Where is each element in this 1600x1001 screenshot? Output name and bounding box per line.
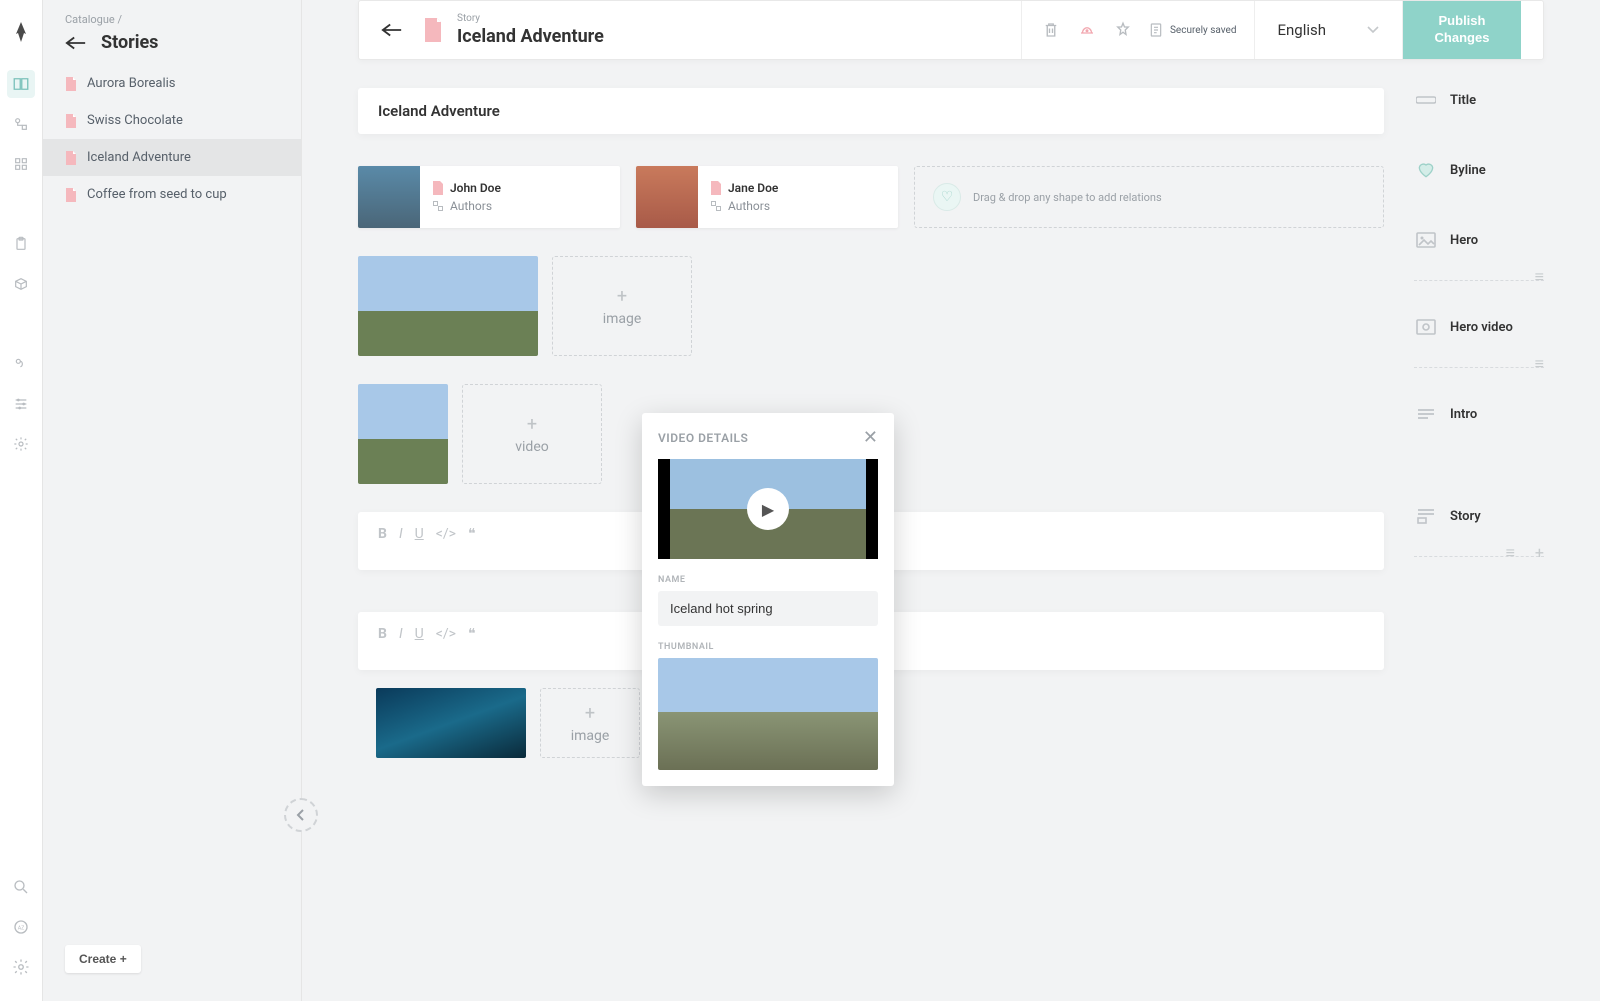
document-icon xyxy=(65,151,77,165)
nav-sliders-icon[interactable] xyxy=(7,390,35,418)
video-icon xyxy=(1414,315,1438,339)
add-image-zone[interactable]: + image xyxy=(540,688,640,758)
italic-icon[interactable]: I xyxy=(399,626,403,642)
popover-title: VIDEO DETAILS xyxy=(658,431,748,445)
video-details-popover: VIDEO DETAILS ✕ ▶ NAME THUMBNAIL xyxy=(642,413,894,786)
close-icon[interactable]: ✕ xyxy=(863,429,878,447)
catalogue-item[interactable]: Coffee from seed to cup xyxy=(43,176,301,213)
paragraph-icon xyxy=(1414,402,1438,426)
code-icon[interactable]: </> xyxy=(436,526,456,542)
document-icon xyxy=(710,181,722,195)
story-title: Iceland Adventure xyxy=(457,26,1021,47)
outline-item-title[interactable]: Title xyxy=(1414,88,1544,112)
nav-shapes-icon[interactable] xyxy=(7,110,35,138)
plus-icon: + xyxy=(527,414,537,435)
catalogue-item[interactable]: Aurora Borealis xyxy=(43,65,301,102)
nav-catalogue-icon[interactable] xyxy=(7,70,35,98)
nav-webhook-icon[interactable] xyxy=(7,350,35,378)
delete-icon[interactable] xyxy=(1040,19,1062,41)
hero-video-thumbnail[interactable] xyxy=(358,384,448,484)
drop-relation-zone[interactable]: ♡ Drag & drop any shape to add relations xyxy=(914,166,1384,228)
document-icon xyxy=(65,188,77,202)
visibility-icon[interactable] xyxy=(1076,19,1098,41)
title-icon xyxy=(1414,88,1438,112)
publish-button[interactable]: Publish Changes xyxy=(1403,1,1521,59)
outline-item-byline[interactable]: Byline xyxy=(1414,158,1544,182)
heart-icon xyxy=(1414,158,1438,182)
save-status: Securely saved xyxy=(1148,21,1236,39)
nav-clipboard-icon[interactable] xyxy=(7,230,35,258)
back-arrow-icon[interactable] xyxy=(65,35,87,51)
shape-icon xyxy=(710,200,722,212)
avatar xyxy=(636,166,698,228)
video-thumbnail-preview[interactable] xyxy=(658,658,878,770)
heart-icon: ♡ xyxy=(933,183,961,211)
document-icon xyxy=(423,18,443,42)
name-field-label: NAME xyxy=(658,575,878,585)
nav-language-icon[interactable]: AZ xyxy=(7,913,35,941)
underline-icon[interactable]: U xyxy=(415,626,424,642)
nav-box-icon[interactable] xyxy=(7,270,35,298)
outline-item-hero-video[interactable]: Hero video xyxy=(1414,315,1544,339)
catalogue-title: Stories xyxy=(101,32,158,53)
document-icon xyxy=(65,77,77,91)
shape-icon xyxy=(432,200,444,212)
add-image-zone[interactable]: + image xyxy=(552,256,692,356)
catalogue-item[interactable]: Iceland Adventure xyxy=(43,139,301,176)
image-icon xyxy=(1414,228,1438,252)
create-button[interactable]: Create + xyxy=(65,945,141,973)
quote-icon[interactable]: ❝ xyxy=(468,526,476,542)
language-selector[interactable]: English xyxy=(1255,1,1403,59)
story-image-thumbnail[interactable] xyxy=(376,688,526,758)
logo xyxy=(7,18,35,46)
author-card[interactable]: John Doe Authors xyxy=(358,166,620,228)
nav-settings-icon[interactable] xyxy=(7,953,35,981)
video-preview[interactable]: ▶ xyxy=(658,459,878,559)
nav-gear-icon[interactable] xyxy=(7,430,35,458)
code-icon[interactable]: </> xyxy=(436,626,456,642)
chevron-down-icon xyxy=(1366,25,1380,35)
avatar xyxy=(358,166,420,228)
outline-item-intro[interactable]: Intro xyxy=(1414,402,1544,426)
paragraph-image-icon xyxy=(1414,504,1438,528)
outline-panel: Title Byline Hero ≡ xyxy=(1414,88,1544,1001)
add-icon[interactable]: + xyxy=(1535,543,1544,563)
plus-icon: + xyxy=(585,703,595,724)
outline-item-hero[interactable]: Hero xyxy=(1414,228,1544,252)
outline-item-story[interactable]: Story xyxy=(1414,504,1544,528)
underline-icon[interactable]: U xyxy=(415,526,424,542)
reorder-icon[interactable]: ≡ xyxy=(1535,354,1544,374)
plus-icon: + xyxy=(617,286,627,307)
svg-text:AZ: AZ xyxy=(18,925,25,931)
document-icon xyxy=(65,114,77,128)
topbar-back-icon[interactable] xyxy=(381,22,403,38)
reorder-icon[interactable]: ≡ xyxy=(1506,543,1515,563)
add-video-zone[interactable]: + video xyxy=(462,384,602,484)
video-name-input[interactable] xyxy=(658,591,878,626)
thumbnail-field-label: THUMBNAIL xyxy=(658,642,878,652)
topbar: Story Iceland Adventure Securely saved E… xyxy=(358,0,1544,60)
star-icon[interactable] xyxy=(1112,19,1134,41)
main-area: Story Iceland Adventure Securely saved E… xyxy=(302,0,1600,1001)
nav-search-icon[interactable] xyxy=(7,873,35,901)
catalogue-item[interactable]: Swiss Chocolate xyxy=(43,102,301,139)
document-icon xyxy=(432,181,444,195)
bold-icon[interactable]: B xyxy=(378,526,387,542)
quote-icon[interactable]: ❝ xyxy=(468,626,476,642)
italic-icon[interactable]: I xyxy=(399,526,403,542)
reorder-icon[interactable]: ≡ xyxy=(1535,267,1544,287)
story-type-label: Story xyxy=(457,13,1021,24)
play-icon[interactable]: ▶ xyxy=(747,488,789,530)
nav-grid-icon[interactable] xyxy=(7,150,35,178)
hero-image-thumbnail[interactable] xyxy=(358,256,538,356)
title-field[interactable]: Iceland Adventure xyxy=(358,88,1384,134)
breadcrumb[interactable]: Catalogue / xyxy=(65,13,279,26)
bold-icon[interactable]: B xyxy=(378,626,387,642)
nav-rail: AZ xyxy=(0,0,43,1001)
catalogue-sidebar: Catalogue / Stories Aurora Borealis Swis… xyxy=(43,0,302,1001)
author-card[interactable]: Jane Doe Authors xyxy=(636,166,898,228)
